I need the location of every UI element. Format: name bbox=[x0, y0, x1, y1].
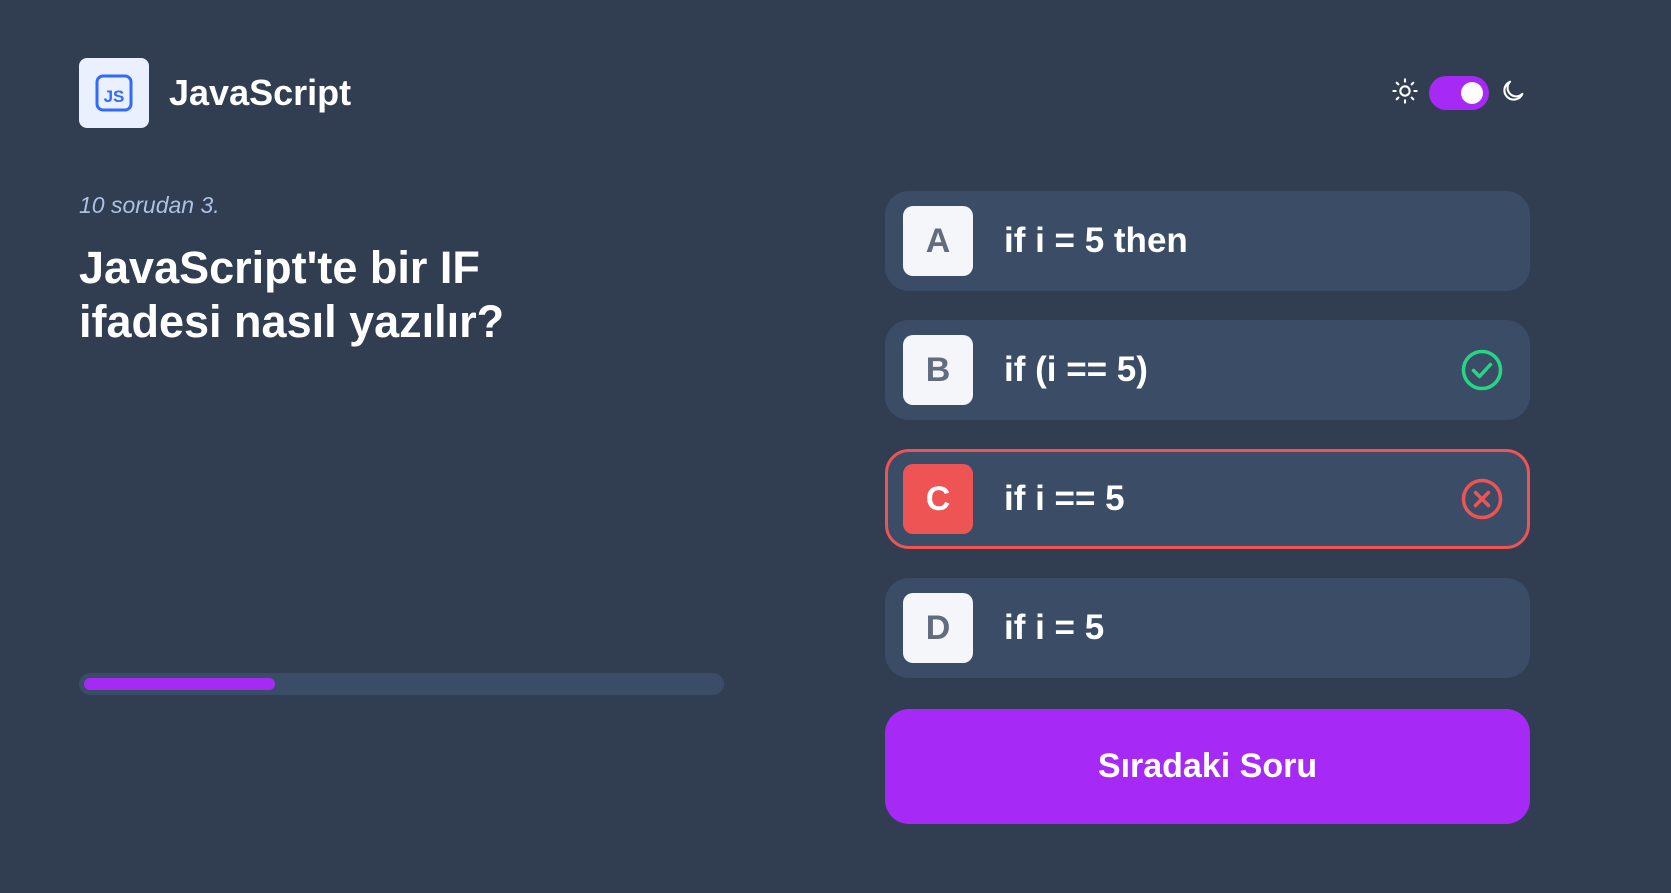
progress-bar bbox=[79, 673, 724, 695]
progress-fill bbox=[84, 678, 275, 690]
option-letter: A bbox=[903, 206, 973, 276]
moon-icon bbox=[1499, 77, 1527, 110]
option-d[interactable]: D if i = 5 bbox=[885, 578, 1530, 678]
sun-icon bbox=[1391, 77, 1419, 110]
option-letter: C bbox=[903, 464, 973, 534]
question-counter: 10 sorudan 3. bbox=[79, 192, 220, 218]
quiz-page: JS JavaScript 10 sorudan 3. JavaScript't… bbox=[0, 0, 1671, 893]
subject-brand: JS JavaScript bbox=[79, 58, 351, 128]
option-b[interactable]: B if (i == 5) bbox=[885, 320, 1530, 420]
svg-text:JS: JS bbox=[104, 87, 125, 106]
option-text: if i = 5 then bbox=[1004, 221, 1188, 260]
next-question-button[interactable]: Sıradaki Soru bbox=[885, 709, 1530, 824]
option-c[interactable]: C if i == 5 bbox=[885, 449, 1530, 549]
header: JS JavaScript bbox=[79, 58, 1527, 128]
dark-mode-switch[interactable] bbox=[1429, 76, 1489, 110]
answer-options: A if i = 5 then B if (i == 5) C if i == … bbox=[885, 191, 1530, 707]
option-letter: D bbox=[903, 593, 973, 663]
option-letter: B bbox=[903, 335, 973, 405]
option-text: if i = 5 bbox=[1004, 608, 1105, 647]
question-text: JavaScript'te bir IF ifadesi nasıl yazıl… bbox=[79, 242, 505, 347]
option-text: if (i == 5) bbox=[1004, 350, 1148, 389]
subject-title: JavaScript bbox=[169, 72, 352, 113]
question-panel: 10 sorudan 3. JavaScript'te bir IF ifade… bbox=[79, 192, 724, 349]
js-icon: JS bbox=[79, 58, 149, 128]
option-a[interactable]: A if i = 5 then bbox=[885, 191, 1530, 291]
check-circle-icon bbox=[1461, 349, 1503, 391]
option-text: if i == 5 bbox=[1004, 479, 1125, 518]
x-circle-icon bbox=[1461, 478, 1503, 520]
switch-knob bbox=[1461, 82, 1483, 104]
theme-toggle bbox=[1391, 76, 1527, 110]
